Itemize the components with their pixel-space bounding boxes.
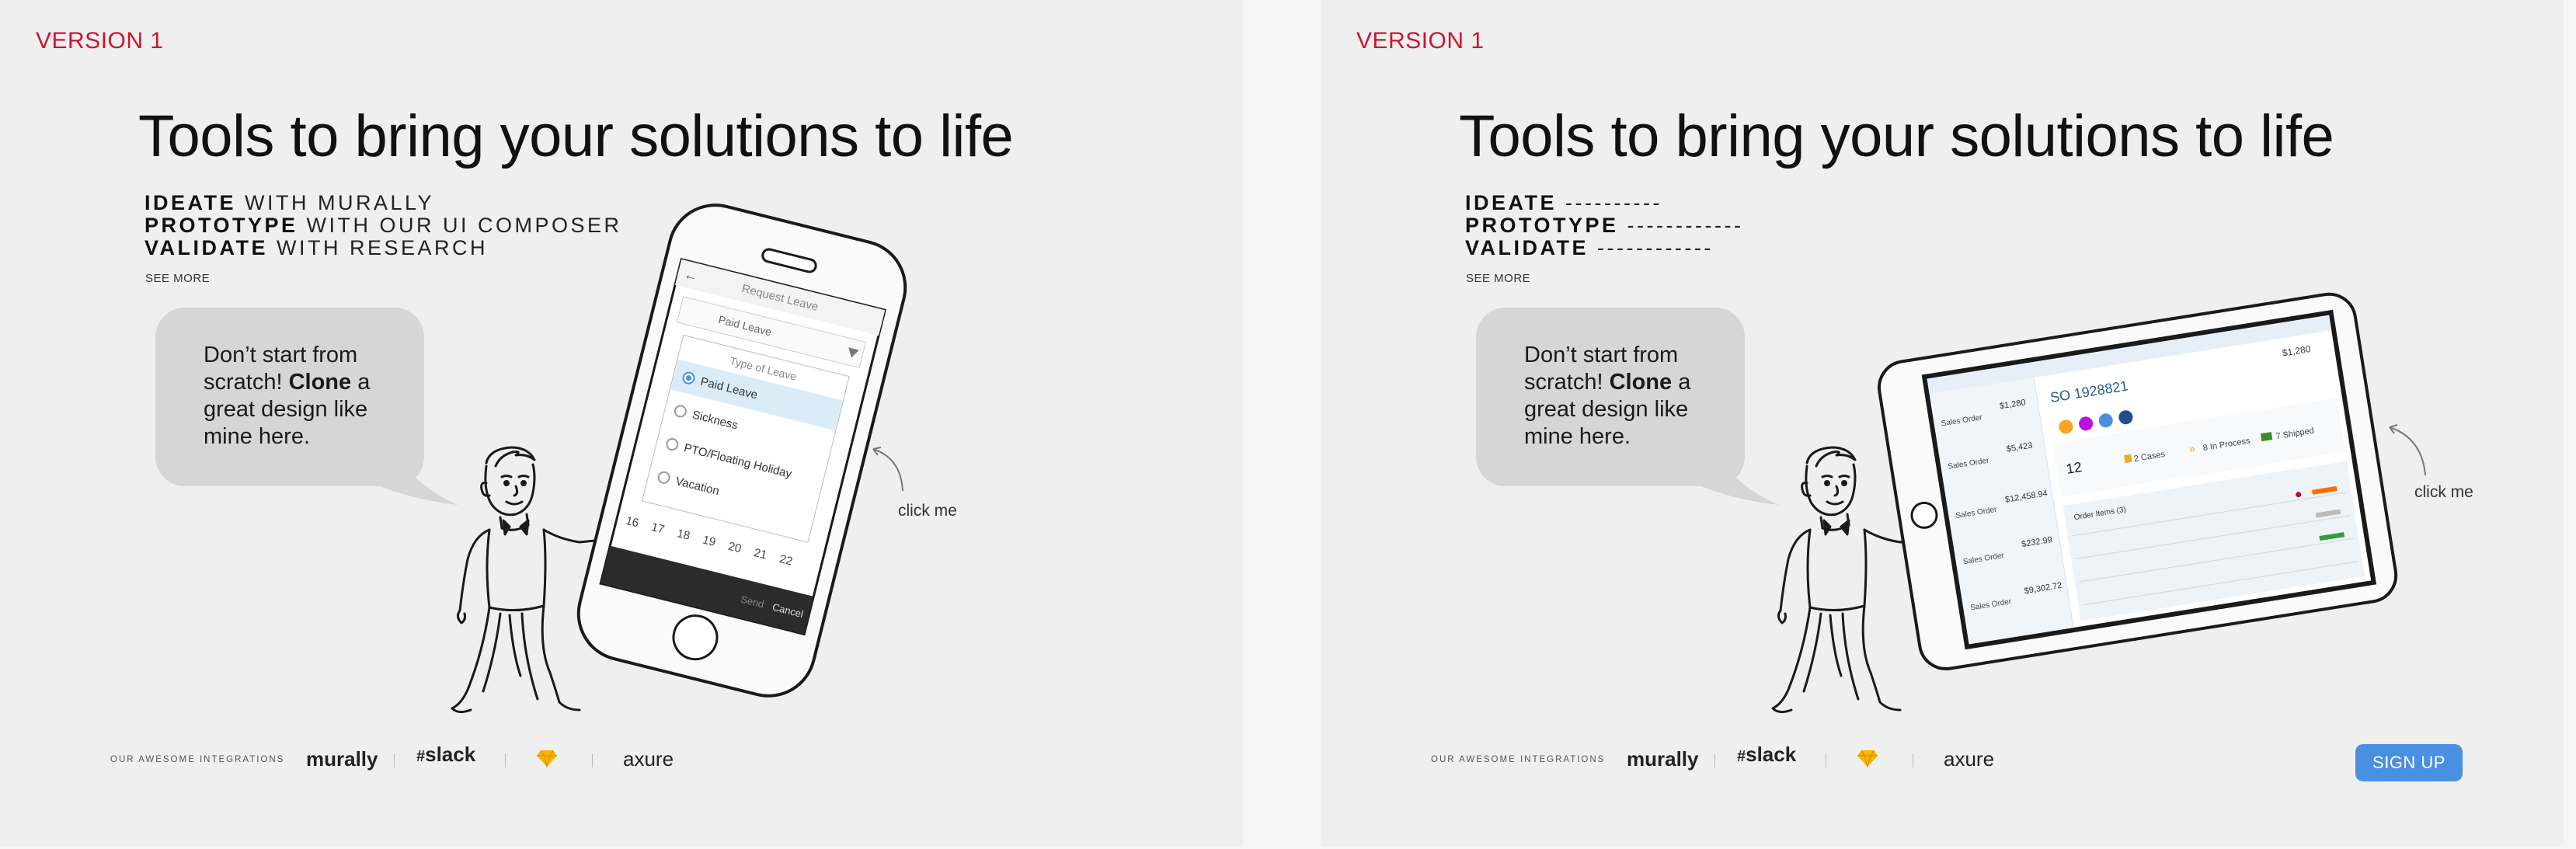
feature-keyword: PROTOTYPE	[144, 214, 298, 237]
sign-up-button[interactable]: SIGN UP	[2355, 744, 2463, 781]
feature-validate: VALIDATE ------------	[1465, 236, 1714, 260]
feature-keyword: IDEATE	[144, 191, 237, 214]
svg-text:12: 12	[2065, 459, 2083, 477]
divider	[1714, 753, 1715, 767]
click-me-arrow-icon	[2389, 424, 2426, 476]
integrations-bar: OUR AWESOME INTEGRATIONS murally #slack …	[110, 743, 1120, 777]
slack-logo[interactable]: #slack	[416, 743, 475, 767]
murally-logo[interactable]: murally	[1627, 747, 1699, 771]
sketch-icon[interactable]	[1857, 749, 1878, 767]
divider	[592, 753, 593, 767]
slack-logo[interactable]: #slack	[1737, 743, 1796, 767]
tablet-mockup[interactable]: Sales Order $1,280 Sales Order $5,423 Sa…	[1864, 264, 2408, 684]
feature-prototype: PROTOTYPE WITH OUR UI COMPOSER	[144, 214, 622, 238]
feature-validate: VALIDATE WITH RESEARCH	[144, 236, 488, 260]
sketch-icon[interactable]	[536, 749, 558, 767]
see-more-link[interactable]: SEE MORE	[145, 272, 210, 285]
version-panel-2: VERSION 1 Tools to bring your solutions …	[1321, 0, 2564, 847]
feature-keyword: VALIDATE	[144, 236, 268, 259]
speech-bubble-text: Don’t start from scratch! Clone a great …	[1524, 343, 1691, 449]
see-more-link[interactable]: SEE MORE	[1466, 272, 1530, 285]
integrations-label: OUR AWESOME INTEGRATIONS	[110, 755, 285, 764]
axure-logo[interactable]: axure	[1944, 747, 1994, 771]
click-me-label: click me	[898, 502, 957, 520]
version-panel-1: VERSION 1 Tools to bring your solutions …	[0, 0, 1243, 847]
feature-prototype: PROTOTYPE ------------	[1465, 214, 1743, 238]
click-me-arrow-icon	[872, 447, 903, 492]
feature-keyword: IDEATE	[1465, 191, 1558, 214]
feature-ideate: IDEATE WITH MURALLY	[144, 191, 434, 215]
slack-hash-icon: #	[1737, 748, 1746, 765]
divider	[394, 753, 395, 767]
feature-text: ----------	[1557, 191, 1662, 214]
version-label: VERSION 1	[1356, 28, 1485, 54]
feature-text: ------------	[1618, 214, 1744, 237]
feature-text: WITH RESEARCH	[268, 236, 489, 259]
murally-logo[interactable]: murally	[306, 747, 378, 771]
click-me-label: click me	[2414, 483, 2473, 501]
feature-ideate: IDEATE ----------	[1465, 191, 1662, 215]
version-label: VERSION 1	[36, 28, 164, 54]
feature-text: ------------	[1589, 236, 1714, 259]
integrations-bar: OUR AWESOME INTEGRATIONS murally #slack …	[1431, 743, 2441, 777]
slack-hash-icon: #	[416, 748, 426, 765]
feature-text: WITH MURALLY	[236, 191, 435, 214]
integrations-label: OUR AWESOME INTEGRATIONS	[1431, 755, 1606, 764]
axure-logo[interactable]: axure	[623, 747, 674, 771]
headline: Tools to bring your solutions to life	[138, 103, 1014, 169]
divider	[505, 753, 506, 767]
speech-bubble-text: Don’t start from scratch! Clone a great …	[204, 343, 371, 449]
headline: Tools to bring your solutions to life	[1459, 103, 2334, 169]
feature-keyword: VALIDATE	[1465, 236, 1589, 259]
feature-keyword: PROTOTYPE	[1465, 214, 1619, 237]
